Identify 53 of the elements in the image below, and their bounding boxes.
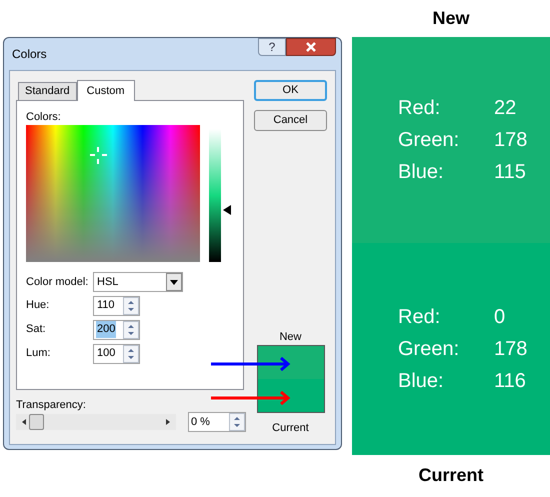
right-arrow-icon[interactable] (166, 419, 170, 425)
spin-field[interactable]: 110 (93, 296, 140, 316)
spin-field[interactable]: 200 (93, 320, 140, 340)
transparency-label: Transparency: (16, 398, 87, 412)
field-value: 200 (96, 321, 116, 338)
spin-field[interactable]: 100 (93, 344, 140, 364)
field-value: 0 % (191, 414, 210, 430)
colors-label: Colors: (26, 110, 62, 125)
slider-thumb[interactable] (29, 414, 44, 430)
luminance-bar[interactable] (209, 129, 221, 262)
spinner-icon[interactable] (229, 413, 245, 431)
channel-label: Red: (398, 96, 442, 121)
panel-heading: Current (418, 464, 484, 486)
field-label: Color model: (26, 274, 90, 290)
channel-label: Red: (398, 305, 442, 330)
arrow-icon (211, 357, 291, 371)
spin-field[interactable]: 0 % (188, 412, 246, 432)
channel-value: 116 (494, 369, 526, 394)
scroll-slider[interactable] (16, 414, 176, 430)
channel-value: 178 (494, 128, 528, 153)
channel-label: Blue: (398, 160, 445, 185)
preview-label: Current (272, 421, 309, 436)
arrow-icon (211, 391, 291, 405)
channel-label: Blue: (398, 369, 445, 394)
tab[interactable]: Custom (76, 80, 135, 101)
dropdown[interactable]: HSL (93, 272, 183, 292)
panel-heading: New (432, 7, 470, 30)
dialog-button[interactable]: OK (254, 80, 327, 101)
close-button[interactable] (286, 38, 336, 56)
field-label: Hue: (26, 298, 50, 314)
dropdown-value: HSL (97, 274, 118, 290)
field-label: Sat: (26, 322, 47, 338)
field-value: 110 (96, 298, 116, 314)
crosshair-icon (90, 147, 107, 164)
channel-label: Green: (398, 128, 460, 153)
spinner-icon[interactable] (123, 296, 139, 314)
tab[interactable]: Standard (18, 82, 77, 100)
channel-value: 178 (494, 337, 528, 362)
dialog-button[interactable]: Cancel (254, 110, 327, 131)
spinner-icon[interactable] (123, 344, 139, 362)
help-button[interactable]: ? (258, 38, 286, 56)
preview-label: New (279, 330, 302, 345)
channel-label: Green: (398, 337, 460, 362)
slider-pointer-icon[interactable] (223, 205, 231, 215)
field-label: Lum: (26, 346, 52, 362)
field-value: 100 (96, 346, 116, 362)
close-icon (305, 42, 317, 52)
channel-value: 115 (494, 160, 526, 185)
spinner-icon[interactable] (123, 320, 139, 338)
left-arrow-icon[interactable] (22, 419, 26, 425)
channel-value: 22 (494, 96, 516, 121)
window-title: Colors (11, 46, 47, 63)
channel-value: 0 (494, 305, 506, 330)
